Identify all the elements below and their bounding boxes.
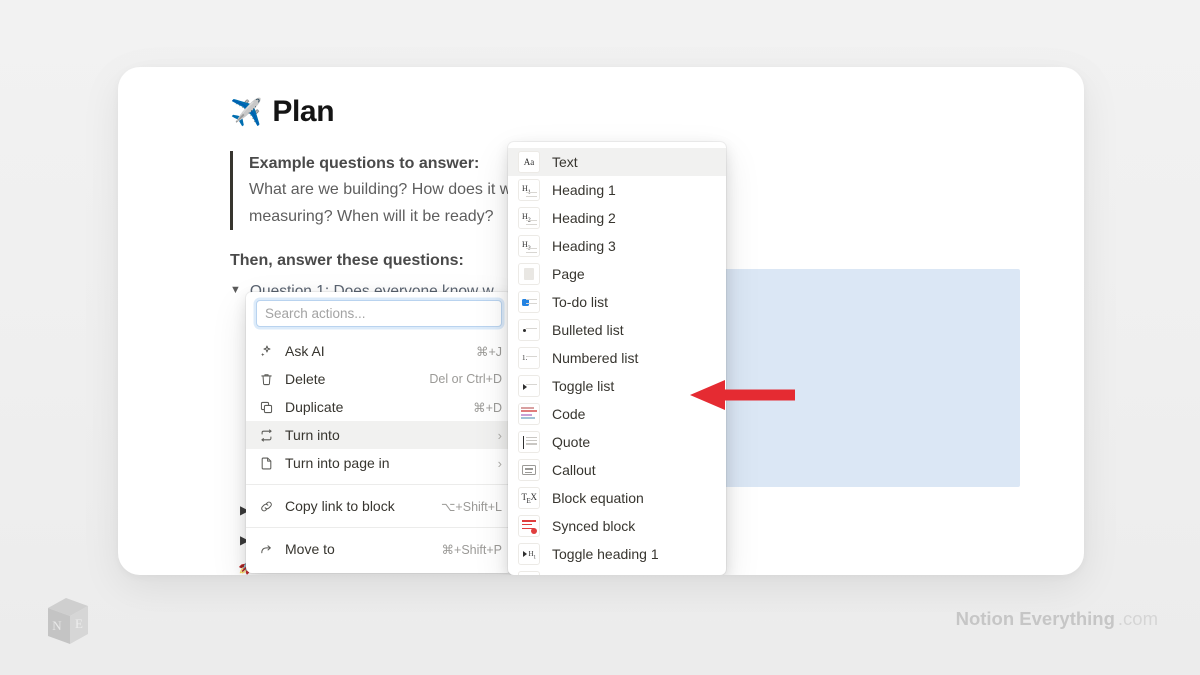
submenu-item-label: Page	[552, 266, 585, 282]
numbered-list-icon: 1.	[518, 347, 540, 369]
menu-item-delete[interactable]: Delete Del or Ctrl+D	[246, 365, 512, 393]
submenu-item-heading-2[interactable]: H2 Heading 2	[508, 204, 726, 232]
submenu-item-label: Heading 3	[552, 238, 616, 254]
menu-item-copy-link-to-block[interactable]: Copy link to block ⌥+Shift+L	[246, 492, 512, 520]
submenu-item-label: Heading 2	[552, 210, 616, 226]
code-block-icon	[518, 403, 540, 425]
brand-watermark: Notion Everything.com	[956, 608, 1158, 630]
submenu-item-label: Block equation	[552, 490, 644, 506]
menu-item-label: Copy link to block	[285, 498, 431, 514]
submenu-item-todo-list[interactable]: To-do list	[508, 288, 726, 316]
submenu-item-callout[interactable]: Callout	[508, 456, 726, 484]
menu-item-label: Delete	[285, 371, 419, 387]
brand-name: Notion Everything	[956, 608, 1115, 629]
menu-item-shortcut: ⌘+J	[476, 344, 502, 359]
todo-list-icon	[518, 291, 540, 313]
page-block-icon	[518, 263, 540, 285]
menu-item-shortcut: ⌘+Shift+P	[442, 542, 502, 557]
submenu-item-label: Callout	[552, 462, 596, 478]
red-arrow-annotation	[689, 378, 795, 412]
submenu-item-synced-block[interactable]: Synced block	[508, 512, 726, 540]
submenu-item-toggle-heading-1[interactable]: H1 Toggle heading 1	[508, 540, 726, 568]
page-icon	[258, 455, 275, 472]
submenu-item-heading-3[interactable]: H3 Heading 3	[508, 232, 726, 260]
text-block-icon: Aa	[518, 151, 540, 173]
heading-3-icon: H3	[518, 235, 540, 257]
notion-everything-logo: N E	[42, 594, 94, 650]
submenu-item-label: Text	[552, 154, 578, 170]
menu-section-move: Move to ⌘+Shift+P	[246, 531, 512, 567]
block-equation-icon: TEX	[518, 487, 540, 509]
submenu-item-quote[interactable]: Quote	[508, 428, 726, 456]
menu-item-shortcut: Del or Ctrl+D	[429, 372, 502, 386]
page-title[interactable]: Plan	[272, 95, 334, 129]
submenu-item-label: Toggle list	[552, 378, 614, 394]
trash-icon	[258, 371, 275, 388]
heading-1-icon: H1	[518, 179, 540, 201]
brand-tld: .com	[1118, 608, 1158, 629]
submenu-item-page[interactable]: Page	[508, 260, 726, 288]
menu-item-label: Ask AI	[285, 343, 466, 359]
document-card: ✈️ Plan Example questions to answer: Wha…	[118, 67, 1084, 575]
bulleted-list-icon	[518, 319, 540, 341]
submenu-item-label: Synced block	[552, 518, 635, 534]
menu-item-label: Turn into page in	[285, 455, 488, 471]
submenu-item-label: To-do list	[552, 294, 608, 310]
quote-block-icon	[518, 431, 540, 453]
menu-section-link: Copy link to block ⌥+Shift+L	[246, 488, 512, 524]
move-to-icon	[258, 541, 275, 558]
sparkle-icon	[258, 343, 275, 360]
svg-text:N: N	[52, 618, 62, 633]
menu-item-turn-into-page-in[interactable]: Turn into page in ›	[246, 449, 512, 477]
menu-divider-1	[246, 484, 512, 485]
menu-item-label: Turn into	[285, 427, 488, 443]
turn-into-icon	[258, 427, 275, 444]
menu-item-turn-into[interactable]: Turn into ›	[246, 421, 512, 449]
toggle-open-triangle-icon[interactable]: ▼	[230, 280, 241, 301]
submenu-item-clipped[interactable]	[508, 568, 726, 575]
callout-block-icon	[518, 459, 540, 481]
toggle-list-icon	[518, 375, 540, 397]
submenu-item-text[interactable]: Aa Text	[508, 148, 726, 176]
menu-item-shortcut: ⌘+D	[473, 400, 502, 415]
submenu-item-label: Heading 1	[552, 182, 616, 198]
submenu-item-block-equation[interactable]: TEX Block equation	[508, 484, 726, 512]
menu-section-primary: Ask AI ⌘+J Delete Del or Ctrl+D	[246, 333, 512, 481]
submenu-item-label: Numbered list	[552, 350, 638, 366]
submenu-item-label: Quote	[552, 434, 590, 450]
turn-into-submenu[interactable]: Aa Text H1 Heading 1 H2 Heading 2 H3 Hea…	[508, 142, 726, 575]
submenu-item-label: Bulleted list	[552, 322, 624, 338]
page-title-row: ✈️ Plan	[230, 95, 930, 129]
heading-2-icon: H2	[518, 207, 540, 229]
link-icon	[258, 498, 275, 515]
synced-block-icon	[518, 515, 540, 537]
submenu-item-numbered-list[interactable]: 1. Numbered list	[508, 344, 726, 372]
menu-item-move-to[interactable]: Move to ⌘+Shift+P	[246, 535, 512, 563]
menu-divider-2	[246, 527, 512, 528]
search-actions-wrapper	[246, 300, 512, 333]
menu-item-duplicate[interactable]: Duplicate ⌘+D	[246, 393, 512, 421]
airplane-emoji-icon[interactable]: ✈️	[230, 99, 262, 125]
chevron-right-icon: ›	[498, 457, 502, 470]
submenu-item-label: Toggle heading 1	[552, 546, 659, 562]
chevron-right-icon: ›	[498, 429, 502, 442]
toggle-heading-1-icon: H1	[518, 543, 540, 565]
duplicate-icon	[258, 399, 275, 416]
menu-item-shortcut: ⌥+Shift+L	[441, 499, 502, 514]
svg-text:E: E	[75, 616, 83, 631]
clipped-block-icon	[518, 571, 540, 575]
submenu-item-bulleted-list[interactable]: Bulleted list	[508, 316, 726, 344]
search-actions-input[interactable]	[256, 300, 502, 327]
submenu-item-label: Code	[552, 406, 585, 422]
menu-item-ask-ai[interactable]: Ask AI ⌘+J	[246, 337, 512, 365]
menu-item-label: Move to	[285, 541, 432, 557]
menu-item-label: Duplicate	[285, 399, 463, 415]
submenu-item-heading-1[interactable]: H1 Heading 1	[508, 176, 726, 204]
block-context-menu[interactable]: Ask AI ⌘+J Delete Del or Ctrl+D	[246, 292, 512, 573]
